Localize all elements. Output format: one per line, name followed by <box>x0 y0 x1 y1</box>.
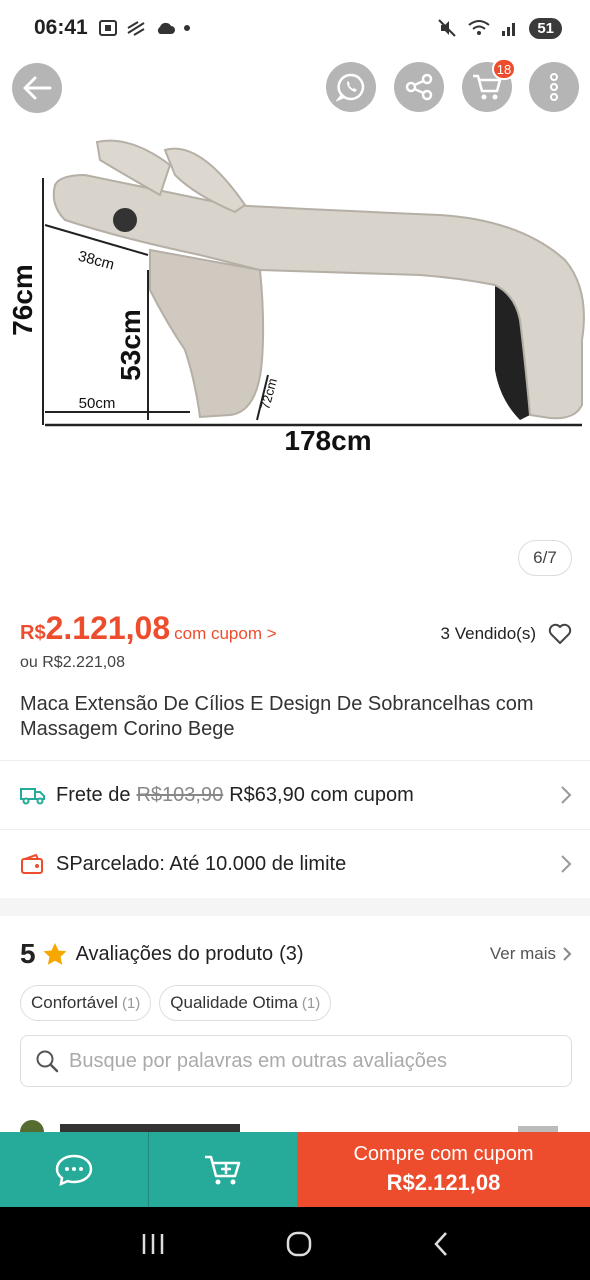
whatsapp-icon <box>336 73 365 102</box>
coupon-link[interactable]: com cupom > <box>174 624 277 644</box>
shipping-original-price: R$103,90 <box>136 783 224 806</box>
shipping-row[interactable]: Frete de R$103,90 R$63,90 com cupom <box>20 775 572 815</box>
partial-review-row <box>20 1118 572 1132</box>
tag-count: (1) <box>121 994 141 1012</box>
star-icon <box>43 943 67 965</box>
chat-icon <box>55 1154 93 1186</box>
installments-label: SParcelado: Até 10.000 de limite <box>56 852 347 875</box>
whatsapp-button[interactable] <box>326 62 376 112</box>
add-to-cart-button[interactable] <box>149 1132 297 1207</box>
image-counter: 6/7 <box>518 540 572 576</box>
truck-icon <box>20 784 46 806</box>
old-price: ou R$2.221,08 <box>20 654 125 671</box>
search-icon <box>36 1050 59 1073</box>
review-tag[interactable]: Confortável (1) <box>20 985 152 1021</box>
heart-icon[interactable] <box>548 623 572 645</box>
signal-off-icon <box>127 21 145 36</box>
cart-count-badge: 18 <box>492 58 516 80</box>
tag-count: (1) <box>301 994 321 1012</box>
share-button[interactable] <box>394 62 444 112</box>
reviews-header: 5 Avaliações do produto (3) Ver mais <box>20 934 572 974</box>
sold-count: 3 Vendido(s) <box>441 623 572 645</box>
wallet-icon <box>20 853 46 875</box>
avatar <box>20 1120 558 1132</box>
shipping-discounted: R$63,90 com cupom <box>229 783 414 806</box>
more-options-button[interactable] <box>529 62 579 112</box>
system-nav-bar <box>0 1207 590 1280</box>
dimension-50cm: 50cm <box>79 395 116 412</box>
review-tags: Confortável (1) Qualidade Otima (1) <box>20 985 332 1021</box>
chat-button[interactable] <box>0 1132 148 1207</box>
recent-apps-icon[interactable] <box>140 1232 166 1256</box>
status-icons-left <box>98 19 190 37</box>
chevron-right-icon <box>563 947 572 961</box>
back-nav-icon[interactable] <box>432 1231 450 1257</box>
see-more-link[interactable]: Ver mais <box>490 944 572 964</box>
cart-button[interactable]: 18 <box>462 58 516 112</box>
divider <box>0 829 590 830</box>
share-icon <box>405 73 433 101</box>
reviews-title: Avaliações do produto <box>75 942 274 965</box>
review-search-input[interactable] <box>69 1049 549 1073</box>
wifi-icon <box>468 20 490 35</box>
screenshot-icon <box>98 20 117 36</box>
reviews-count: (3) <box>279 942 304 965</box>
price-value: 2.121,08 <box>45 610 171 646</box>
rating-value: 5 <box>20 938 36 969</box>
notification-dot <box>183 25 190 31</box>
tag-label: Qualidade Otima <box>170 993 298 1012</box>
status-time: 06:41 <box>34 16 88 39</box>
product-photo: 76cm 53cm 38cm 50cm 72cm 178cm <box>7 139 585 456</box>
tag-label: Confortável <box>31 993 118 1012</box>
product-title: Maca Extensão De Cílios E Design De Sobr… <box>20 693 534 740</box>
back-button[interactable] <box>12 63 62 113</box>
bottom-action-bar: Compre com cupom R$2.121,08 <box>0 1132 590 1207</box>
section-separator <box>0 898 590 916</box>
status-bar: 06:41 51 <box>0 0 590 56</box>
sold-label: 3 Vendido(s) <box>440 624 536 643</box>
status-icons-right: 51 <box>437 17 562 39</box>
dimension-178cm: 178cm <box>284 425 371 456</box>
dimension-53cm: 53cm <box>115 309 146 381</box>
mute-icon <box>438 19 457 37</box>
buy-with-coupon-button[interactable]: Compre com cupom R$2.121,08 <box>297 1132 590 1207</box>
product-image[interactable]: 76cm 53cm 38cm 50cm 72cm 178cm <box>0 120 590 590</box>
shipping-prefix: Frete de <box>56 783 131 806</box>
dimension-38cm: 38cm <box>76 248 116 274</box>
dimension-72cm: 72cm <box>257 377 280 412</box>
chevron-right-icon <box>561 786 572 804</box>
home-icon[interactable] <box>285 1230 313 1258</box>
battery-indicator: 51 <box>529 17 562 39</box>
divider <box>0 760 590 761</box>
buy-price: R$2.121,08 <box>386 1170 501 1195</box>
chevron-right-icon <box>561 855 572 873</box>
installments-row[interactable]: SParcelado: Até 10.000 de limite <box>20 844 572 884</box>
price-currency: R$ <box>20 622 46 644</box>
price-row: R$ 2.121,08 com cupom > 3 Vendido(s) <box>20 610 572 654</box>
arrow-left-icon <box>23 76 52 100</box>
add-to-cart-icon <box>205 1155 241 1184</box>
cloud-icon <box>157 22 175 34</box>
dimension-76cm: 76cm <box>7 264 38 336</box>
cell-signal-icon <box>502 23 516 36</box>
review-tag[interactable]: Qualidade Otima (1) <box>159 985 332 1021</box>
review-search-box[interactable] <box>20 1035 572 1087</box>
more-vertical-icon <box>550 73 558 101</box>
see-more-label: Ver mais <box>489 944 556 963</box>
buy-label: Compre com cupom <box>353 1143 534 1165</box>
